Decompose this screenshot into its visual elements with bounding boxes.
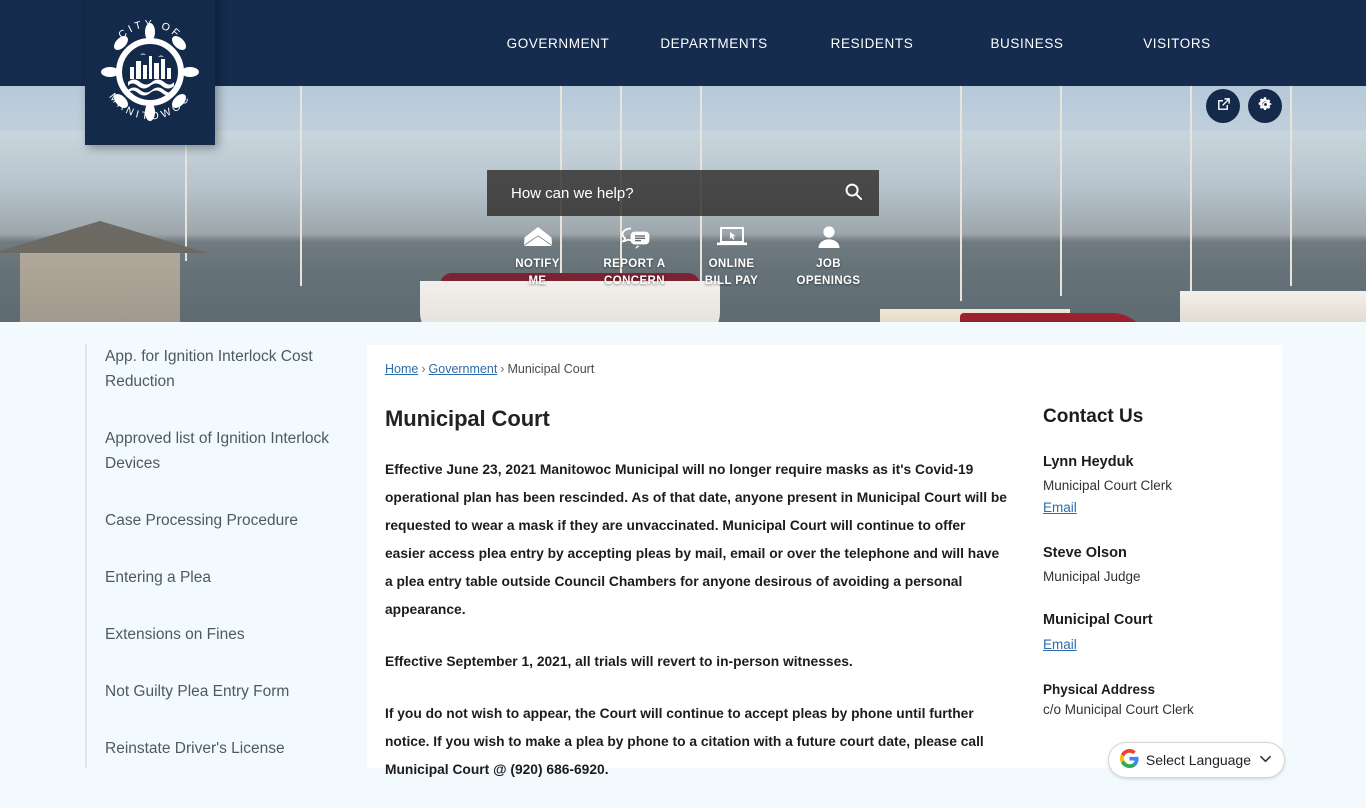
nav-item-residents[interactable]: RESIDENTS bbox=[792, 36, 952, 51]
quicklink-label-line1: REPORT A bbox=[603, 258, 666, 270]
physical-address-label: Physical Address bbox=[1043, 682, 1156, 697]
contact-person-clerk: Lynn Heyduk Municipal Court Clerk Email bbox=[1043, 454, 1265, 517]
quick-links-row: NOTIFY ME REPORT A CONCERN ONLINE BILL P… bbox=[487, 218, 879, 290]
sidebar-item-ignition-interlock-cost-reduction[interactable]: App. for Ignition Interlock Cost Reducti… bbox=[105, 344, 377, 394]
sailboat-right bbox=[1180, 291, 1366, 322]
content-paragraph-3: If you do not wish to appear, the Court … bbox=[385, 706, 984, 777]
translate-selected-language: Select Language bbox=[1145, 752, 1251, 768]
chevron-down-icon bbox=[1260, 754, 1271, 766]
envelope-icon bbox=[523, 222, 553, 252]
contact-role: Municipal Court Clerk bbox=[1043, 478, 1173, 493]
main-menu: GOVERNMENT DEPARTMENTS RESIDENTS BUSINES… bbox=[480, 0, 1252, 86]
quicklink-notify-me[interactable]: NOTIFY ME bbox=[489, 222, 586, 290]
search-submit-button[interactable] bbox=[827, 170, 879, 216]
quicklink-label-line2: CONCERN bbox=[604, 275, 665, 287]
breadcrumb-home[interactable]: Home bbox=[385, 362, 418, 376]
share-button[interactable] bbox=[1206, 89, 1240, 123]
contact-email-link[interactable]: Email bbox=[1043, 637, 1077, 652]
contact-us-heading: Contact Us bbox=[1043, 406, 1144, 427]
speech-bubbles-icon bbox=[619, 222, 651, 252]
breadcrumb: Home › Government › Municipal Court bbox=[367, 362, 1282, 376]
sidebar-item-approved-interlock-devices[interactable]: Approved list of Ignition Interlock Devi… bbox=[105, 426, 377, 476]
main-content-column: Municipal Court Effective June 23, 2021 … bbox=[385, 406, 1025, 808]
contact-person-judge: Steve Olson Municipal Judge bbox=[1043, 545, 1265, 584]
contact-email-link[interactable]: Email bbox=[1043, 500, 1077, 515]
contact-name: Steve Olson bbox=[1043, 545, 1127, 561]
ships-wheel-logo-icon: CITY OF MANITOWOC bbox=[94, 0, 206, 129]
utility-buttons bbox=[1206, 89, 1282, 123]
sidebar-item-not-guilty-plea-entry-form[interactable]: Not Guilty Plea Entry Form bbox=[105, 679, 377, 704]
contact-department-municipal-court: Municipal Court Email bbox=[1043, 612, 1265, 654]
quicklink-report-a-concern[interactable]: REPORT A CONCERN bbox=[586, 222, 683, 290]
red-boat bbox=[960, 313, 1150, 322]
search-input[interactable] bbox=[487, 170, 827, 216]
search-icon bbox=[844, 182, 863, 204]
settings-button[interactable] bbox=[1248, 89, 1282, 123]
nav-item-business[interactable]: BUSINESS bbox=[952, 36, 1102, 51]
breadcrumb-separator: › bbox=[421, 362, 426, 376]
contact-name: Lynn Heyduk bbox=[1043, 454, 1134, 470]
breadcrumb-separator: › bbox=[500, 362, 505, 376]
physical-address-line-1: c/o Municipal Court Clerk bbox=[1043, 702, 1194, 717]
breadcrumb-government[interactable]: Government bbox=[429, 362, 498, 376]
quicklink-label-line1: JOB bbox=[816, 258, 841, 270]
quicklink-label-line1: NOTIFY bbox=[515, 258, 560, 270]
left-sidebar-navigation: App. for Ignition Interlock Cost Reducti… bbox=[85, 344, 377, 768]
nav-item-departments[interactable]: DEPARTMENTS bbox=[636, 36, 792, 51]
content-paragraph-2: Effective September 1, 2021, all trials … bbox=[385, 654, 853, 669]
quicklink-job-openings[interactable]: JOB OPENINGS bbox=[780, 222, 877, 290]
page-title: Municipal Court bbox=[385, 406, 550, 431]
dock-house bbox=[0, 221, 208, 322]
quicklink-label-line2: BILL PAY bbox=[704, 275, 759, 287]
nav-item-government[interactable]: GOVERNMENT bbox=[480, 36, 636, 51]
quicklink-label-line2: ME bbox=[528, 275, 547, 287]
sidebar-item-case-processing-procedure[interactable]: Case Processing Procedure bbox=[105, 508, 377, 533]
laptop-cursor-icon bbox=[716, 222, 748, 252]
contact-role: Municipal Judge bbox=[1043, 569, 1141, 584]
quicklink-online-bill-pay[interactable]: ONLINE BILL PAY bbox=[683, 222, 780, 290]
page-body: App. for Ignition Interlock Cost Reducti… bbox=[0, 322, 1366, 778]
person-icon bbox=[816, 222, 842, 252]
gear-icon bbox=[1258, 97, 1273, 115]
breadcrumb-current: Municipal Court bbox=[507, 362, 595, 376]
content-paragraph-1: Effective June 23, 2021 Manitowoc Munici… bbox=[385, 462, 1007, 617]
site-search-bar bbox=[487, 170, 879, 216]
quicklink-label-line2: OPENINGS bbox=[796, 275, 861, 287]
sidebar-item-extensions-on-fines[interactable]: Extensions on Fines bbox=[105, 622, 377, 647]
nav-item-visitors[interactable]: VISITORS bbox=[1102, 36, 1252, 51]
contact-name: Municipal Court bbox=[1043, 612, 1153, 628]
contact-physical-address: Physical Address c/o Municipal Court Cle… bbox=[1043, 682, 1265, 717]
sidebar-item-entering-a-plea[interactable]: Entering a Plea bbox=[105, 565, 377, 590]
quicklink-label-line1: ONLINE bbox=[708, 258, 755, 270]
sidebar-item-reinstate-drivers-license[interactable]: Reinstate Driver's License bbox=[105, 736, 377, 761]
google-translate-widget[interactable]: Select Language bbox=[1107, 742, 1285, 778]
share-icon bbox=[1216, 97, 1231, 115]
content-panel: Home › Government › Municipal Court Municipa… bbox=[367, 345, 1285, 778]
site-logo[interactable]: CITY OF MANITOWOC bbox=[85, 0, 215, 145]
